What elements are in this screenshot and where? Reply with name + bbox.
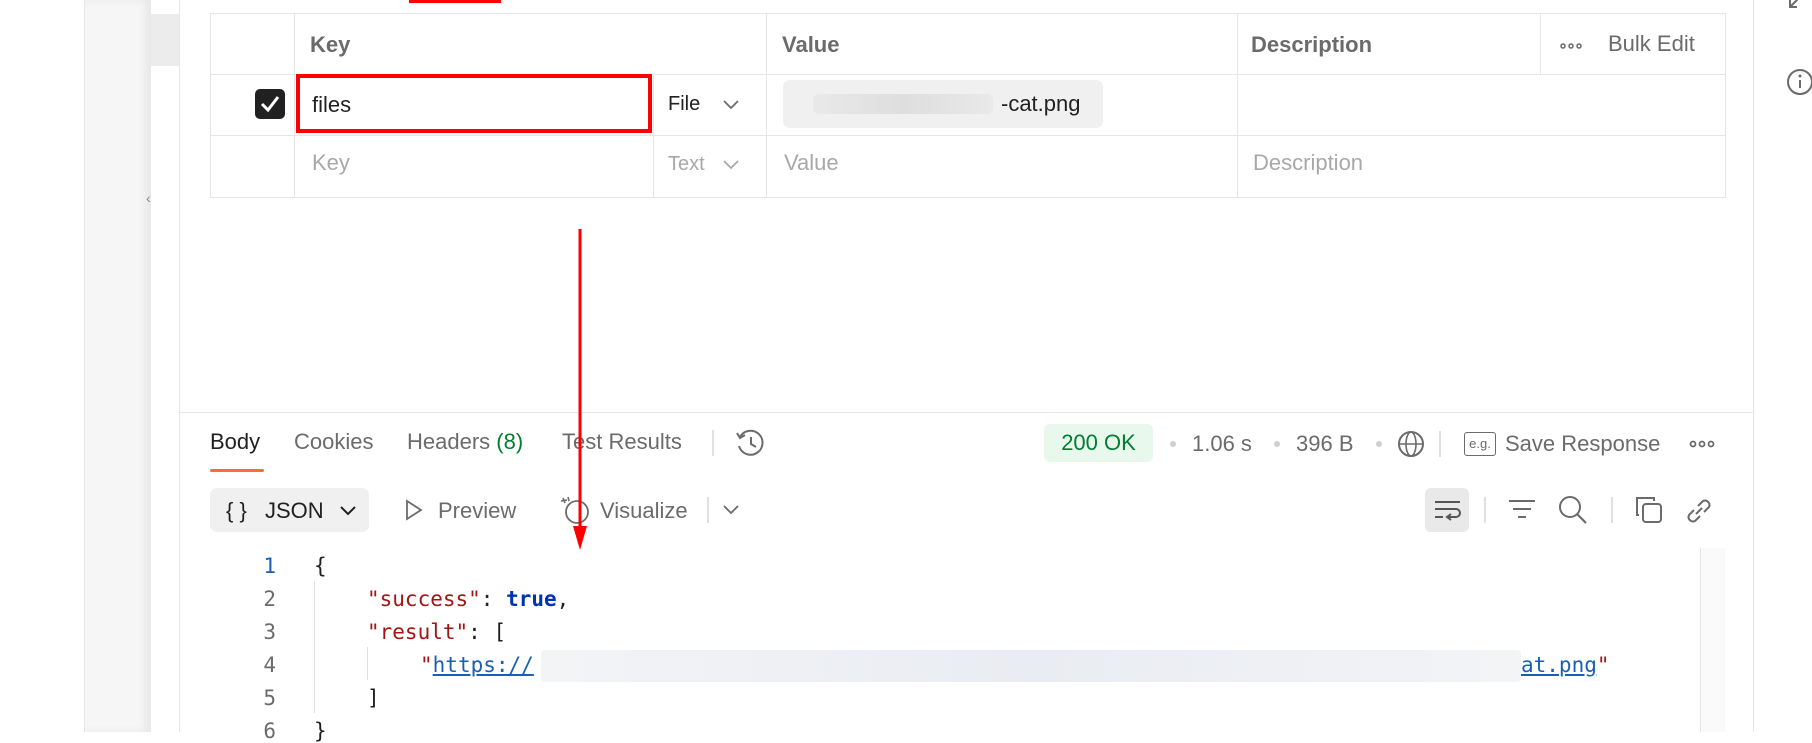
line-number: 5 <box>263 686 276 710</box>
line-number: 2 <box>263 587 276 611</box>
line-number: 6 <box>263 719 276 743</box>
tab-cookies[interactable]: Cookies <box>294 429 373 455</box>
copy-icon[interactable] <box>1635 496 1663 524</box>
tab-body[interactable]: Body <box>210 429 260 455</box>
wrap-icon <box>1435 501 1461 521</box>
value-column-header: Value <box>782 32 840 57</box>
line-number: 1 <box>263 554 276 578</box>
separator-dot <box>1274 441 1280 447</box>
braces-icon: { } <box>226 498 247 523</box>
more-options-icon[interactable] <box>1560 42 1582 50</box>
tab-headers[interactable]: Headers (8) <box>407 429 523 455</box>
info-icon[interactable] <box>1785 67 1812 97</box>
save-response-button[interactable]: Save Response <box>1505 431 1660 457</box>
response-divider <box>180 412 1753 413</box>
toolbar-separator <box>1439 431 1441 457</box>
annotation-arrow <box>573 229 587 550</box>
type-select[interactable]: File <box>668 93 700 116</box>
result-key: "result" <box>367 620 469 644</box>
indent-guide <box>367 647 368 680</box>
row-checkbox[interactable] <box>255 89 285 119</box>
code-line-4: "https:// <box>420 653 534 677</box>
response-size: 396 B <box>1296 431 1354 456</box>
active-tab-indicator <box>210 469 264 472</box>
status-badge: 200 OK <box>1044 424 1153 462</box>
key-input-placeholder[interactable]: Key <box>312 150 350 176</box>
toolbar-separator <box>1484 497 1486 523</box>
url-start[interactable]: https:// <box>433 653 534 677</box>
vertical-scrollbar[interactable] <box>1700 548 1725 732</box>
left-margin <box>0 0 84 732</box>
highlight-remnant <box>409 0 501 3</box>
sidebar-selected-item <box>151 14 180 66</box>
expand-icon[interactable] <box>1788 0 1808 10</box>
sidebar-caret-icon[interactable]: ‹ <box>146 190 151 206</box>
file-name: -cat.png <box>1001 91 1081 116</box>
url-end[interactable]: at.png <box>1521 653 1597 677</box>
code-line-5: ] <box>367 686 380 710</box>
code-line-2: "success": true, <box>367 587 570 611</box>
separator-dot <box>1170 441 1176 447</box>
success-key: "success" <box>367 587 481 611</box>
collapsed-sidebar <box>85 0 151 732</box>
redacted-url <box>541 650 1521 682</box>
file-chip[interactable]: -cat.png <box>783 80 1103 128</box>
play-icon <box>406 499 423 521</box>
code-line-3: "result": [ <box>367 620 507 644</box>
value-input-placeholder[interactable]: Value <box>784 150 839 176</box>
globe-icon[interactable] <box>1396 429 1426 459</box>
format-select[interactable]: { } JSON <box>210 488 369 532</box>
open-bracket: [ <box>493 620 507 644</box>
tab-separator <box>712 430 714 456</box>
indent-guide <box>314 581 315 713</box>
headers-count: (8) <box>496 429 524 454</box>
description-column-header: Description <box>1251 32 1373 57</box>
type-select-text[interactable]: Text <box>668 153 705 176</box>
tab-headers-label: Headers <box>407 429 491 454</box>
chevron-down-icon <box>340 506 356 516</box>
description-input-placeholder[interactable]: Description <box>1253 150 1363 176</box>
separator-dot <box>1376 441 1382 447</box>
toolbar-separator <box>707 497 709 523</box>
code-line-6: } <box>314 719 327 743</box>
line-number: 4 <box>263 653 276 677</box>
response-time: 1.06 s <box>1192 431 1252 456</box>
bulk-edit-button[interactable]: Bulk Edit <box>1608 31 1695 57</box>
code-line-4-end: at.png" <box>1521 653 1610 677</box>
right-panel-divider <box>1753 0 1754 732</box>
form-data-table: Key Value Description Bulk Edit files Fi… <box>210 13 1726 198</box>
example-icon[interactable]: e.g. <box>1464 432 1496 456</box>
code-line-1: { <box>314 554 327 578</box>
chevron-down-icon[interactable] <box>723 160 739 170</box>
chevron-down-icon[interactable] <box>723 100 739 110</box>
visualize-button[interactable]: Visualize <box>600 498 688 524</box>
search-icon[interactable] <box>1558 495 1588 525</box>
toolbar-separator <box>1611 497 1613 523</box>
link-icon[interactable] <box>1684 496 1714 526</box>
line-number: 3 <box>263 620 276 644</box>
checkmark-icon <box>260 96 280 113</box>
redacted-filename <box>813 94 993 114</box>
filter-icon[interactable] <box>1508 498 1536 522</box>
wrap-lines-button[interactable] <box>1425 488 1469 532</box>
highlight-box <box>296 74 652 133</box>
success-value: true <box>506 587 557 611</box>
more-options-icon[interactable] <box>1689 439 1715 449</box>
preview-button[interactable]: Preview <box>438 498 516 524</box>
format-label: JSON <box>265 498 324 523</box>
chevron-down-icon[interactable] <box>723 505 739 515</box>
key-column-header: Key <box>310 32 351 57</box>
response-body-code[interactable]: 1 2 3 4 5 6 { "success": true, "result":… <box>180 548 1700 743</box>
history-icon[interactable] <box>735 429 767 459</box>
